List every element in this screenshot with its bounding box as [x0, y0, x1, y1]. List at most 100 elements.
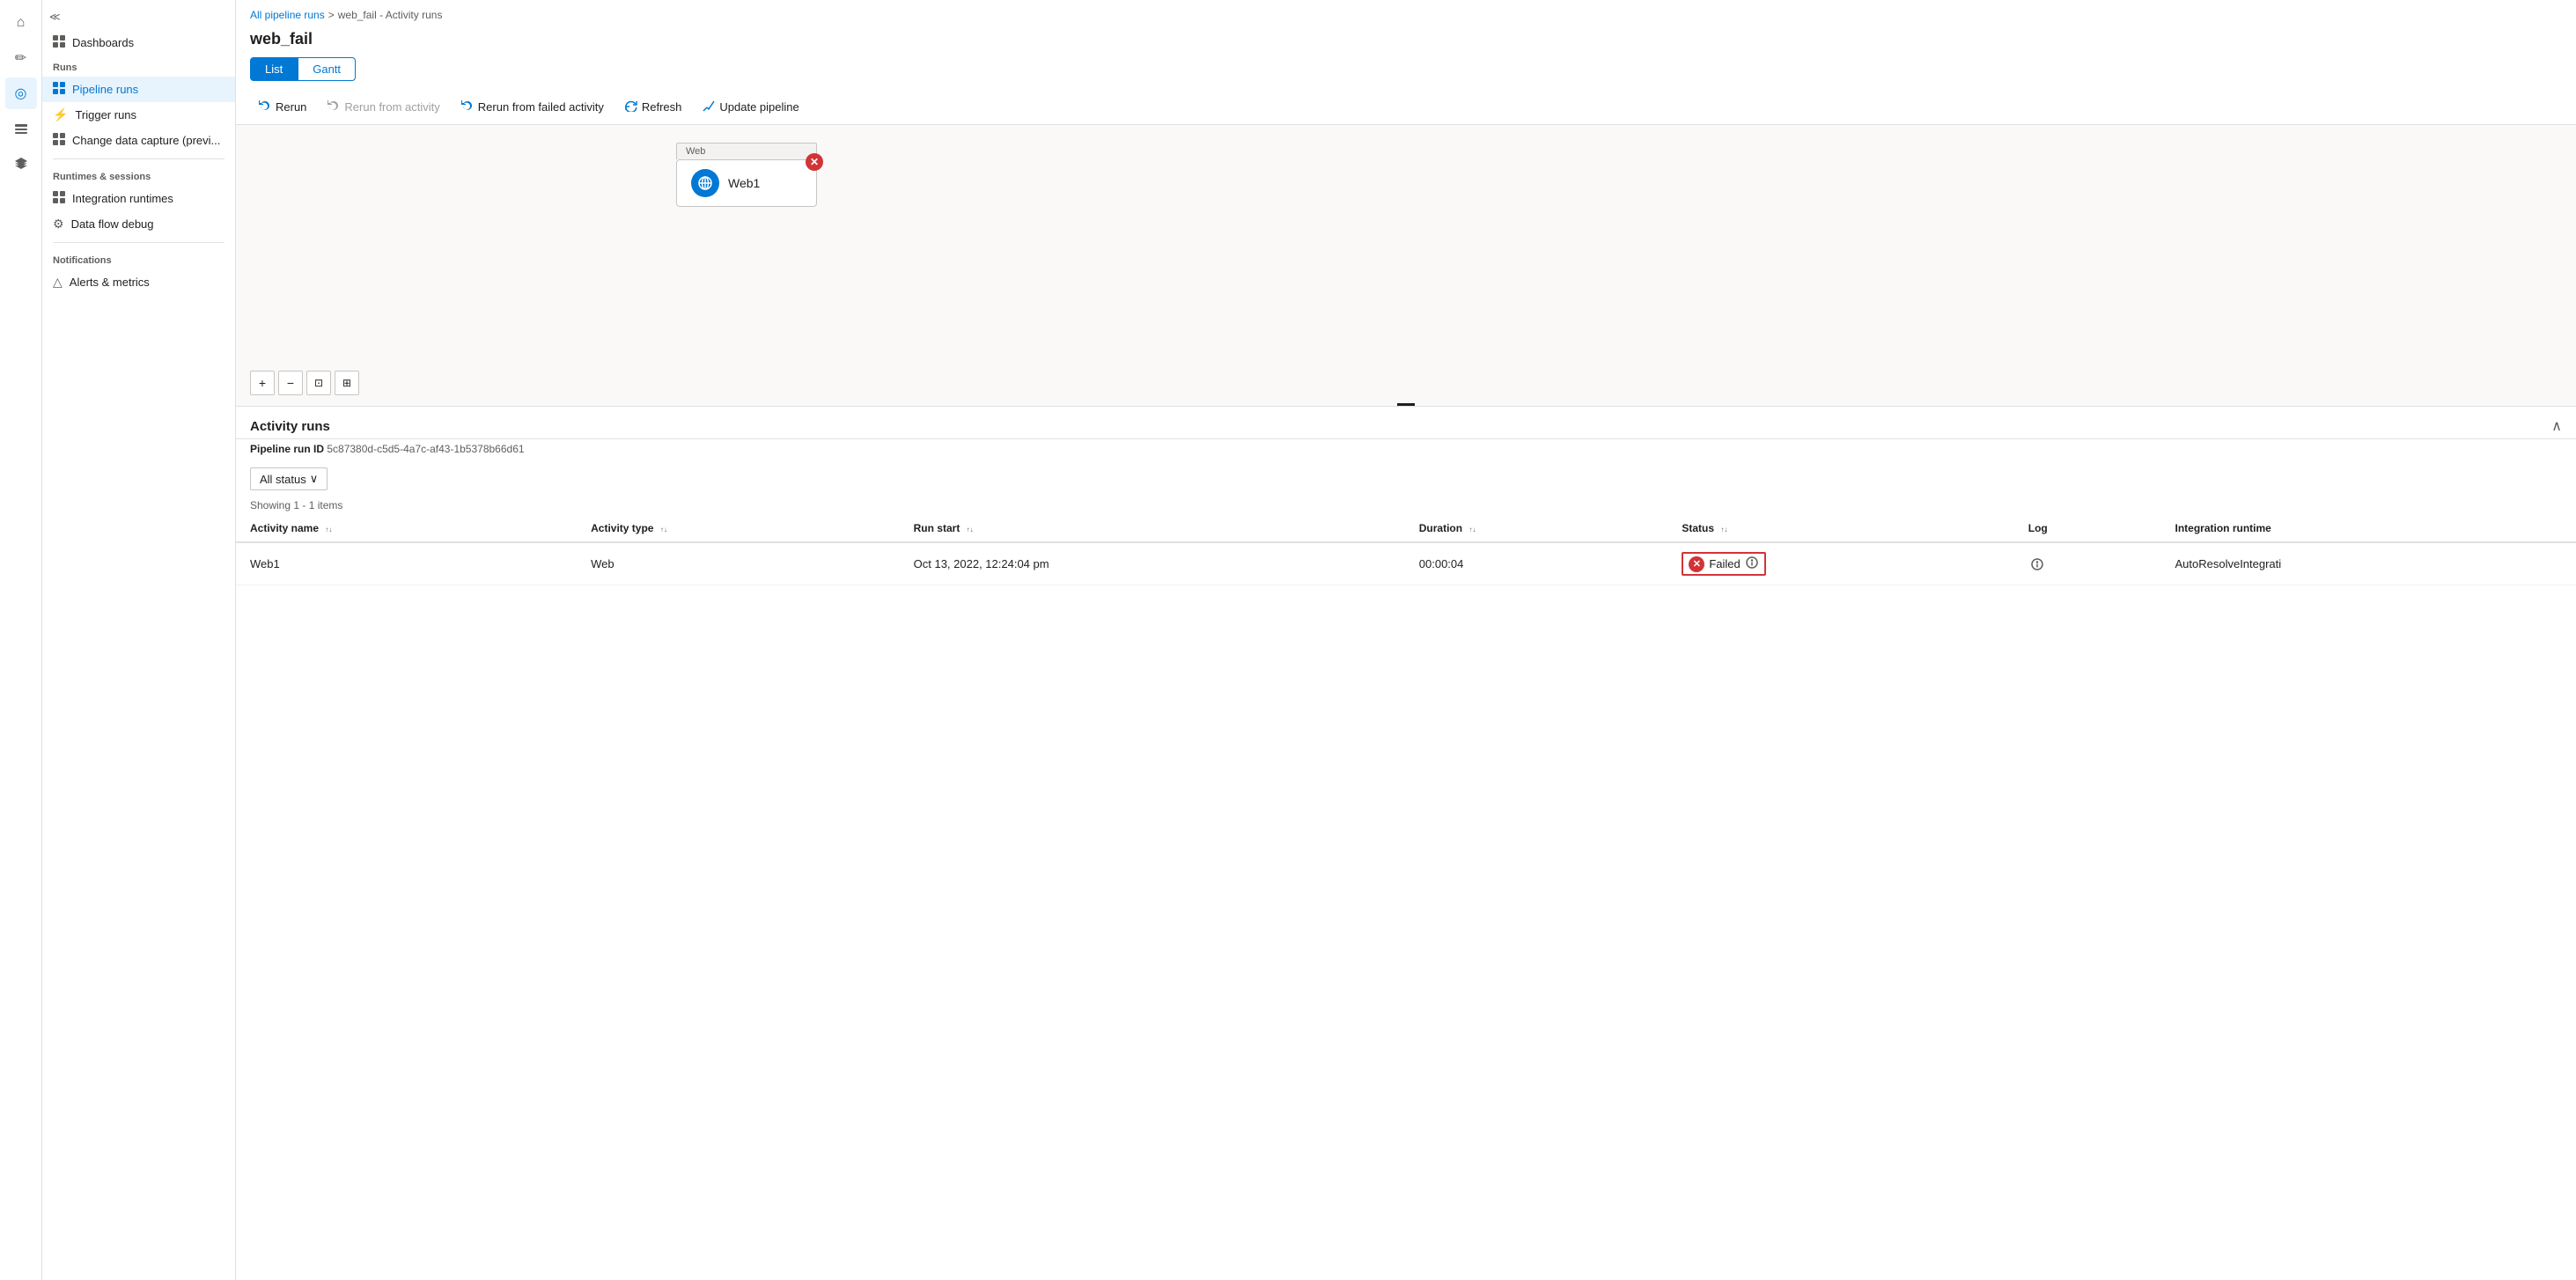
update-pipeline-label: Update pipeline	[719, 100, 799, 114]
rerun-from-failed-button[interactable]: Rerun from failed activity	[453, 95, 613, 119]
node-name: Web1	[728, 176, 760, 190]
runtimes-section-label: Runtimes & sessions	[42, 165, 235, 186]
update-pipeline-icon	[703, 99, 715, 114]
col-status: Status ↑↓	[1667, 515, 2013, 542]
pipeline-run-id-label: Pipeline run ID	[250, 443, 324, 455]
zoom-in-button[interactable]: +	[250, 371, 275, 395]
cell-status: ✕ Failed	[1667, 542, 2013, 585]
sidebar-item-integration-runtimes[interactable]: Integration runtimes	[42, 186, 235, 211]
pipeline-node-group: Web Web1 ✕	[676, 143, 817, 207]
data-flow-debug-label: Data flow debug	[71, 217, 154, 231]
sidebar-nav: ≪ Dashboards Runs Pipeline runs ⚡ Trigge…	[42, 0, 236, 1280]
rerun-from-failed-icon	[461, 99, 474, 114]
sort-icon-activity-name[interactable]: ↑↓	[325, 526, 332, 533]
activity-runs-title: Activity runs	[250, 419, 330, 434]
cell-activity-type: Web	[577, 542, 900, 585]
zoom-out-button[interactable]: −	[278, 371, 303, 395]
sidebar-icon-learn[interactable]	[5, 148, 37, 180]
main-content: All pipeline runs > web_fail - Activity …	[236, 0, 2576, 1280]
canvas-controls: + − ⊡ ⊞	[250, 371, 359, 395]
alerts-metrics-icon: △	[53, 275, 63, 290]
tab-gantt[interactable]: Gantt	[298, 57, 356, 81]
sidebar-item-dashboards[interactable]: Dashboards	[42, 30, 235, 55]
breadcrumb: All pipeline runs > web_fail - Activity …	[236, 0, 2576, 26]
sidebar-item-data-flow-debug[interactable]: ⚙ Data flow debug	[42, 211, 235, 237]
sidebar-item-pipeline-runs[interactable]: Pipeline runs	[42, 77, 235, 102]
table-header-row: Activity name ↑↓ Activity type ↑↓ Run st…	[236, 515, 2576, 542]
runs-section-label: Runs	[42, 55, 235, 77]
pipeline-runs-icon	[53, 82, 65, 97]
sort-icon-activity-type[interactable]: ↑↓	[660, 526, 667, 533]
pipeline-node-container: Web Web1 ✕	[676, 143, 817, 207]
col-activity-type: Activity type ↑↓	[577, 515, 900, 542]
col-activity-name: Activity name ↑↓	[236, 515, 577, 542]
sort-icon-status[interactable]: ↑↓	[1720, 526, 1727, 533]
refresh-label: Refresh	[642, 100, 682, 114]
integration-runtimes-icon	[53, 191, 65, 206]
status-box: ✕ Failed	[1682, 552, 1765, 576]
sidebar-icon-monitor[interactable]: ◎	[5, 77, 37, 109]
sidebar-item-alerts-metrics[interactable]: △ Alerts & metrics	[42, 269, 235, 295]
change-data-label: Change data capture (previ...	[72, 134, 220, 147]
pipeline-run-id-row: Pipeline run ID 5c87380d-c5d5-4a7c-af43-…	[236, 439, 2576, 462]
log-icon[interactable]	[2028, 555, 2046, 573]
rerun-label: Rerun	[276, 100, 306, 114]
breadcrumb-parent-link[interactable]: All pipeline runs	[250, 9, 325, 21]
tab-list[interactable]: List	[250, 57, 298, 81]
update-pipeline-button[interactable]: Update pipeline	[694, 95, 807, 119]
change-data-icon	[53, 133, 65, 148]
toolbar: Rerun Rerun from activity Rerun from fai…	[236, 90, 2576, 125]
sidebar-icon-toolbox[interactable]	[5, 113, 37, 144]
table-row: Web1 Web Oct 13, 2022, 12:24:04 pm 00:00…	[236, 542, 2576, 585]
canvas-divider	[1397, 403, 1415, 406]
filter-row: All status ∨	[236, 462, 2576, 496]
divider-1	[53, 158, 224, 159]
sort-icon-run-start[interactable]: ↑↓	[967, 526, 974, 533]
pipeline-node[interactable]: Web1 ✕	[676, 159, 817, 207]
sidebar-icon-home[interactable]: ⌂	[5, 7, 37, 39]
reset-view-button[interactable]: ⊞	[335, 371, 359, 395]
notifications-section-label: Notifications	[42, 248, 235, 269]
collapse-button[interactable]: ∧	[2551, 417, 2562, 435]
sidebar-icon-strip: ⌂ ✏ ◎	[0, 0, 42, 1280]
rerun-from-activity-icon	[328, 99, 340, 114]
status-text: Failed	[1709, 557, 1740, 570]
activity-runs-header: Activity runs ∧	[236, 407, 2576, 439]
status-filter-chevron: ∨	[310, 472, 319, 486]
sidebar-item-trigger-runs[interactable]: ⚡ Trigger runs	[42, 102, 235, 128]
canvas-area: Web Web1 ✕ + −	[236, 125, 2576, 407]
sidebar-collapse-button[interactable]: ≪	[49, 11, 61, 23]
status-filter-dropdown[interactable]: All status ∨	[250, 467, 328, 490]
pipeline-run-id-value: 5c87380d-c5d5-4a7c-af43-1b5378b66d61	[327, 443, 524, 455]
col-duration: Duration ↑↓	[1405, 515, 1668, 542]
breadcrumb-separator: >	[328, 9, 335, 21]
cell-activity-name: Web1	[236, 542, 577, 585]
sidebar-icon-edit[interactable]: ✏	[5, 42, 37, 74]
view-tabs: List Gantt	[236, 57, 2576, 90]
activity-runs-section: Activity runs ∧ Pipeline run ID 5c87380d…	[236, 407, 2576, 1280]
col-integration-runtime: Integration runtime	[2160, 515, 2576, 542]
alerts-metrics-label: Alerts & metrics	[70, 276, 150, 289]
refresh-button[interactable]: Refresh	[616, 95, 691, 119]
col-run-start: Run start ↑↓	[900, 515, 1405, 542]
sidebar-item-change-data[interactable]: Change data capture (previ...	[42, 128, 235, 153]
rerun-from-activity-button[interactable]: Rerun from activity	[319, 95, 448, 119]
page-title: web_fail	[236, 26, 2576, 57]
sort-icon-duration[interactable]: ↑↓	[1468, 526, 1476, 533]
dashboards-label: Dashboards	[72, 36, 134, 49]
fit-screen-button[interactable]: ⊡	[306, 371, 331, 395]
refresh-icon	[625, 99, 637, 114]
sidebar-controls: ≪	[42, 7, 235, 26]
status-info-icon[interactable]	[1745, 555, 1759, 572]
rerun-from-failed-label: Rerun from failed activity	[478, 100, 604, 114]
rerun-button[interactable]: Rerun	[250, 95, 315, 119]
node-error-badge: ✕	[806, 153, 823, 171]
cell-duration: 00:00:04	[1405, 542, 1668, 585]
integration-runtimes-label: Integration runtimes	[72, 192, 173, 205]
breadcrumb-current: web_fail - Activity runs	[338, 9, 443, 21]
status-failed-icon: ✕	[1689, 556, 1704, 572]
rerun-from-activity-label: Rerun from activity	[344, 100, 439, 114]
cell-run-start: Oct 13, 2022, 12:24:04 pm	[900, 542, 1405, 585]
node-group-label: Web	[676, 143, 817, 159]
node-globe-icon	[691, 169, 719, 197]
